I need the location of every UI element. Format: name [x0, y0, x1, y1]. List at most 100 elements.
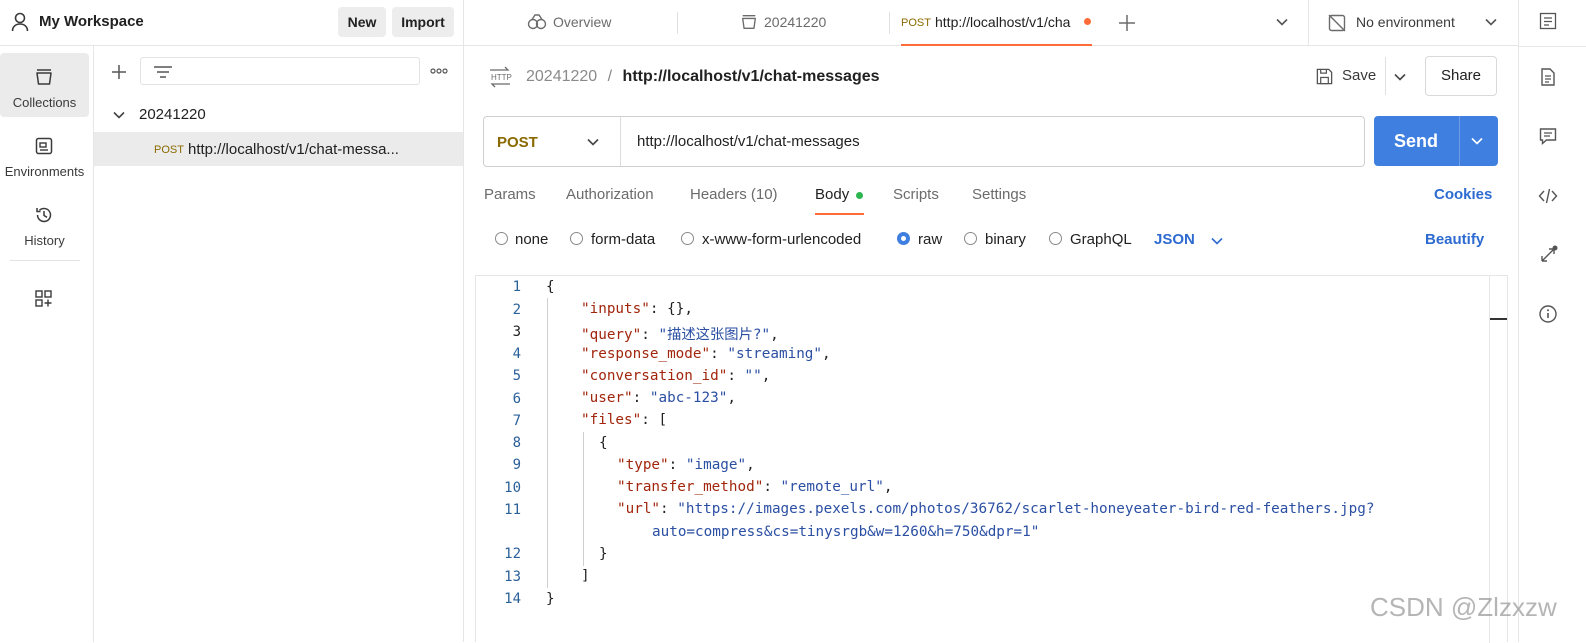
rail-history[interactable]: History: [0, 191, 89, 255]
radio-graphql-label: GraphQL: [1070, 231, 1132, 248]
folder-name: 20241220: [139, 106, 206, 123]
code-line: "conversation_id": "",: [581, 368, 771, 384]
tab-active-request[interactable]: POST http://localhost/v1/cha: [901, 0, 1092, 46]
radio-graphql[interactable]: [1049, 232, 1062, 245]
body-format-select[interactable]: JSON: [1154, 231, 1226, 251]
rail-collections[interactable]: Collections: [0, 53, 89, 117]
line-number: 12: [504, 546, 521, 562]
breadcrumb-separator: /: [607, 68, 613, 85]
indent-guide: [547, 298, 548, 588]
json-key: "files": [581, 412, 642, 428]
save-options-chevron-icon[interactable]: [1394, 73, 1406, 81]
related-collections-icon[interactable]: [1538, 245, 1558, 265]
indent-guide: [583, 432, 584, 566]
tab-divider: [677, 12, 678, 34]
add-workbench-icon[interactable]: [34, 289, 54, 309]
code-line: ]: [581, 568, 590, 584]
collections-icon: [34, 67, 54, 87]
line-number: 4: [512, 346, 521, 362]
tab-scripts[interactable]: Scripts: [893, 186, 939, 216]
json-value: "image": [685, 457, 747, 473]
tabs-dropdown-chevron-icon[interactable]: [1276, 18, 1288, 26]
filter-icon[interactable]: [153, 65, 173, 79]
svg-text:HTTP: HTTP: [491, 73, 512, 82]
chevron-down-icon[interactable]: [113, 111, 125, 119]
rail-divider: [10, 260, 80, 261]
http-request-icon: HTTP: [488, 66, 512, 88]
request-list-item[interactable]: POST http://localhost/v1/chat-messa...: [94, 132, 463, 166]
documentation-icon[interactable]: [1538, 67, 1558, 87]
breadcrumb-collection[interactable]: 20241220: [526, 68, 597, 85]
chevron-down-icon: [1211, 237, 1223, 245]
rrail-divider: [1519, 46, 1586, 47]
radio-urlencoded-label: x-www-form-urlencoded: [702, 231, 862, 248]
cookies-link[interactable]: Cookies: [1434, 186, 1492, 216]
environment-selector[interactable]: No environment: [1309, 0, 1518, 46]
body-format-value: JSON: [1154, 231, 1195, 248]
line-number: 14: [504, 591, 521, 607]
code-line: "inputs": {},: [581, 301, 693, 317]
tab-active-url: http://localhost/v1/cha: [935, 14, 1071, 30]
collection-folder-row[interactable]: 20241220: [94, 100, 463, 130]
line-number: 13: [504, 569, 521, 585]
line-number: 6: [512, 391, 521, 407]
tab-settings[interactable]: Settings: [972, 186, 1026, 216]
collection-icon: [740, 13, 758, 31]
add-collection-icon[interactable]: [111, 64, 127, 80]
json-value: "streaming": [727, 346, 823, 362]
method-select[interactable]: POST: [484, 117, 621, 166]
editor-scrollbar-track[interactable]: [1489, 276, 1490, 643]
no-environment-icon: [1327, 13, 1347, 33]
rail-environments[interactable]: Environments: [0, 122, 89, 186]
workspace-settings-icon[interactable]: [1538, 11, 1558, 31]
chevron-down-icon: [1485, 18, 1497, 26]
radio-none[interactable]: [495, 232, 508, 245]
code-line: "files": [: [581, 412, 668, 428]
send-button[interactable]: Send: [1374, 116, 1458, 166]
json-key: "conversation_id": [581, 368, 728, 384]
user-icon[interactable]: [11, 12, 29, 32]
tab-folder-label: 20241220: [764, 14, 827, 30]
more-options-icon[interactable]: [430, 68, 448, 74]
comments-icon[interactable]: [1538, 126, 1558, 146]
import-button[interactable]: Import: [392, 7, 454, 37]
new-button[interactable]: New: [338, 7, 386, 37]
json-key: "url": [617, 501, 661, 517]
body-status-dot: [856, 192, 863, 199]
code-line: "response_mode": "streaming",: [581, 346, 831, 362]
info-icon[interactable]: [1538, 304, 1558, 324]
send-options-chevron-icon[interactable]: [1471, 137, 1483, 145]
radio-none-label: none: [515, 231, 549, 248]
tab-overview-label: Overview: [553, 14, 612, 30]
tab-body[interactable]: Body: [815, 186, 866, 216]
code-snippet-icon[interactable]: [1538, 186, 1558, 206]
workspace-title[interactable]: My Workspace: [39, 13, 144, 30]
tab-authorization[interactable]: Authorization: [566, 186, 654, 216]
left-rail: Collections Environments History: [0, 46, 94, 642]
breadcrumb-request-name[interactable]: http://localhost/v1/chat-messages: [623, 68, 880, 85]
radio-form-data[interactable]: [570, 232, 583, 245]
tabs-bar: Overview 20241220 POST http://localhost/…: [464, 0, 1518, 46]
url-input[interactable]: http://localhost/v1/chat-messages: [637, 133, 860, 150]
send-divider: [1459, 116, 1460, 166]
radio-urlencoded[interactable]: [681, 232, 694, 245]
environments-icon: [34, 136, 54, 156]
share-button[interactable]: Share: [1425, 56, 1497, 96]
watermark: CSDN @Zlzxzw: [1370, 592, 1557, 622]
beautify-button[interactable]: Beautify: [1425, 231, 1484, 248]
sidebar-search-input[interactable]: [140, 57, 420, 85]
history-icon: [34, 205, 54, 225]
radio-raw[interactable]: [897, 232, 910, 245]
new-tab-plus-icon[interactable]: [1118, 14, 1136, 32]
code-line-wrapped: auto=compress&cs=tinysrgb&w=1260&h=750&d…: [652, 524, 1040, 540]
json-value: "remote_url": [780, 479, 884, 495]
code-editor[interactable]: 1 2 3 4 5 6 7 8 9 10 11 12 13 14 { "inpu…: [475, 275, 1508, 643]
save-button[interactable]: Save: [1306, 57, 1386, 95]
tab-headers[interactable]: Headers (10): [690, 186, 778, 216]
json-key: "type": [617, 457, 669, 473]
code-line: "query": "描述这张图片?",: [581, 327, 779, 343]
radio-binary[interactable]: [964, 232, 977, 245]
tab-params[interactable]: Params: [484, 186, 536, 216]
active-tab-indicator: [901, 44, 1092, 46]
editor-scrollbar-marker: [1490, 318, 1507, 320]
